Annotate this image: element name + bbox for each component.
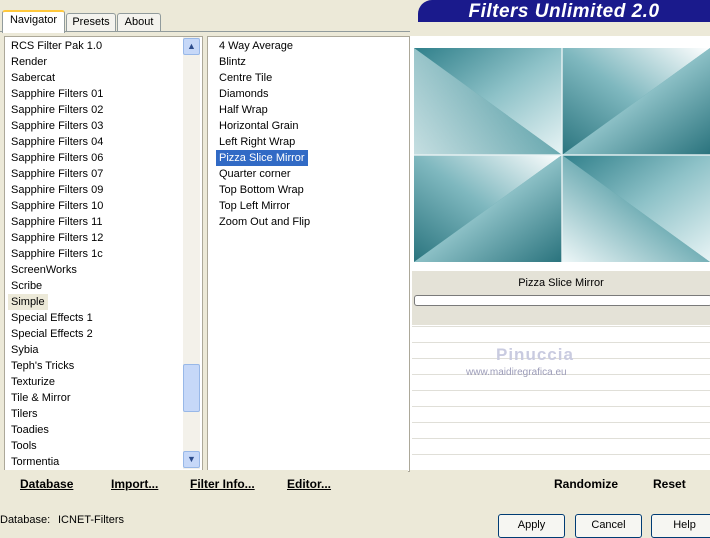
category-item[interactable]: Sapphire Filters 10 (11, 198, 103, 214)
control-row (412, 326, 710, 342)
scroll-down-button[interactable]: ▼ (183, 451, 200, 468)
category-item[interactable]: Sapphire Filters 12 (11, 230, 103, 246)
apply-button[interactable]: Apply (498, 514, 565, 538)
control-row (412, 422, 710, 438)
watermark-url: www.maidiregrafica.eu (466, 367, 567, 378)
category-item[interactable]: Teph's Tricks (11, 358, 74, 374)
filter-item[interactable]: Pizza Slice Mirror (216, 150, 308, 166)
chevron-up-icon: ▲ (187, 41, 196, 51)
help-button[interactable]: Help (651, 514, 710, 538)
filter-item[interactable]: Half Wrap (219, 102, 268, 118)
editor-button[interactable]: Editor... (287, 476, 331, 492)
app-title: Filters Unlimited 2.0 (468, 1, 660, 22)
control-row (412, 390, 710, 406)
category-scrollbar[interactable]: ▲ ▼ (183, 37, 200, 469)
category-item[interactable]: Sapphire Filters 06 (11, 150, 103, 166)
category-item[interactable]: Tilers (11, 406, 37, 422)
scroll-up-button[interactable]: ▲ (183, 38, 200, 55)
category-item[interactable]: Special Effects 2 (11, 326, 93, 342)
tab-about[interactable]: About (117, 13, 161, 32)
category-item[interactable]: Tormentia (11, 454, 59, 470)
category-item[interactable]: Tools (11, 438, 37, 454)
category-item[interactable]: ScreenWorks (11, 262, 77, 278)
filter-item[interactable]: Diamonds (219, 86, 269, 102)
tab-presets[interactable]: Presets (66, 13, 116, 32)
randomize-button[interactable]: Randomize (554, 476, 618, 492)
filter-item[interactable]: Top Left Mirror (219, 198, 290, 214)
filter-item[interactable]: Quarter corner (219, 166, 291, 182)
category-item[interactable]: Sapphire Filters 01 (11, 86, 103, 102)
category-item[interactable]: Sapphire Filters 11 (11, 214, 103, 230)
category-item[interactable]: Sapphire Filters 04 (11, 134, 103, 150)
category-item[interactable]: Sapphire Filters 1c (11, 246, 103, 262)
category-item[interactable]: Sapphire Filters 09 (11, 182, 103, 198)
tab-navigator[interactable]: Navigator (2, 10, 65, 33)
category-item[interactable]: Sybia (11, 342, 39, 358)
category-item[interactable]: Scribe (11, 278, 42, 294)
control-row (412, 406, 710, 422)
progress-bar (414, 295, 710, 306)
filter-item[interactable]: 4 Way Average (219, 38, 293, 54)
category-item[interactable]: Render (11, 54, 47, 70)
scroll-thumb[interactable] (183, 364, 200, 412)
preview-image (414, 48, 710, 262)
category-item[interactable]: Special Effects 1 (11, 310, 93, 326)
category-item[interactable]: RCS Filter Pak 1.0 (11, 38, 102, 54)
import-button[interactable]: Import... (111, 476, 158, 492)
reset-button[interactable]: Reset (653, 476, 686, 492)
filter-item[interactable]: Left Right Wrap (219, 134, 295, 150)
category-item[interactable]: Sabercat (11, 70, 55, 86)
control-row (412, 438, 710, 454)
cancel-button[interactable]: Cancel (575, 514, 642, 538)
control-row (412, 454, 710, 470)
status-label: Database: (0, 514, 51, 526)
category-item[interactable]: Simple (8, 294, 48, 310)
category-item[interactable]: Tile & Mirror (11, 390, 70, 406)
preview-filter-name: Pizza Slice Mirror (518, 277, 604, 289)
filter-info-button[interactable]: Filter Info... (190, 476, 255, 492)
category-item[interactable]: Sapphire Filters 03 (11, 118, 103, 134)
watermark-name: Pinuccia (496, 345, 574, 364)
chevron-down-icon: ▼ (187, 454, 196, 464)
filter-item[interactable]: Horizontal Grain (219, 118, 298, 134)
filter-item[interactable]: Zoom Out and Flip (219, 214, 310, 230)
status-value: ICNET-Filters (58, 514, 124, 526)
filter-item[interactable]: Centre Tile (219, 70, 272, 86)
database-button[interactable]: Database (20, 476, 73, 492)
category-item[interactable]: Sapphire Filters 02 (11, 102, 103, 118)
category-item[interactable]: Sapphire Filters 07 (11, 166, 103, 182)
category-item[interactable]: Texturize (11, 374, 55, 390)
filter-item[interactable]: Top Bottom Wrap (219, 182, 304, 198)
filter-item[interactable]: Blintz (219, 54, 246, 70)
category-item[interactable]: Toadies (11, 422, 49, 438)
